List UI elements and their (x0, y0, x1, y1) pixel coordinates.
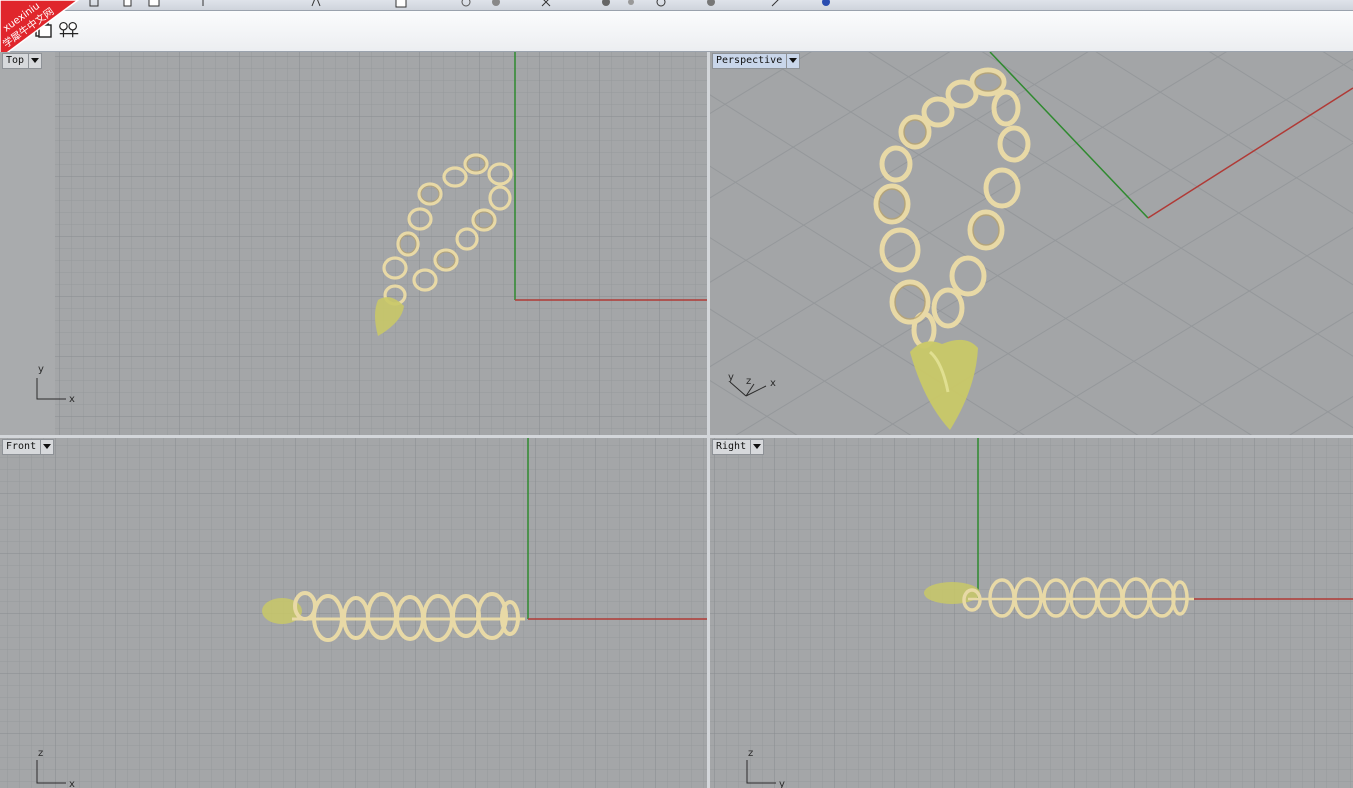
secondary-toolbar (0, 11, 1353, 52)
viewport-right-scene (710, 438, 1353, 788)
pendant-right (924, 582, 980, 604)
axis-label-b: y (779, 779, 785, 788)
toolbar-icon[interactable] (655, 0, 667, 8)
axis-label-a: y (38, 364, 44, 375)
viewport-front[interactable]: z x Front (0, 438, 707, 788)
viewport-front-scene (0, 438, 707, 788)
viewport-menu-button[interactable] (40, 440, 53, 454)
axis-label-b: x (69, 779, 75, 788)
viewport-title-label: Right (716, 441, 747, 452)
axis-label-a: y (728, 372, 734, 383)
viewport-title-top[interactable]: Top (2, 53, 43, 69)
viewport-menu-button[interactable] (28, 54, 41, 68)
toolbar-icon[interactable] (600, 0, 612, 8)
chevron-down-icon (31, 58, 40, 63)
viewport-splitter-horizontal[interactable] (0, 435, 1353, 438)
axis-icon-perspective: y z x (728, 372, 776, 389)
viewport-menu-button[interactable] (786, 54, 799, 68)
toolbar-icon[interactable] (705, 0, 717, 8)
viewport-perspective-scene (710, 52, 1353, 435)
viewport-top-scene (0, 52, 707, 435)
watermark-logo: xuexiniu 学犀牛中文网 (0, 0, 80, 59)
toolbar-icon[interactable] (770, 0, 782, 8)
axis-label-c: x (770, 378, 776, 389)
viewport-title-perspective[interactable]: Perspective (712, 53, 801, 69)
viewport-menu-button[interactable] (750, 440, 763, 454)
axis-icon-top: y x (38, 364, 75, 405)
toolbar-icon[interactable] (460, 0, 472, 8)
toolbar-icon[interactable] (625, 0, 637, 8)
viewport-title-front[interactable]: Front (2, 439, 55, 455)
axis-label-a: z (748, 748, 753, 759)
viewport-title-right[interactable]: Right (712, 439, 765, 455)
chevron-down-icon (789, 58, 798, 63)
viewport-right[interactable]: z y Right (710, 438, 1353, 788)
axis-label-a: z (38, 748, 43, 759)
toolbar-icon[interactable] (540, 0, 552, 8)
axis-label-b: x (69, 394, 75, 405)
toolbar-icon[interactable] (122, 0, 134, 8)
chevron-down-icon (43, 444, 52, 449)
chevron-down-icon (753, 444, 762, 449)
viewport-top[interactable]: y x Top (0, 52, 707, 435)
toolbar-icon[interactable] (820, 0, 832, 8)
toolbar-icon[interactable] (395, 0, 407, 8)
axis-icon-front: z x (38, 748, 75, 788)
toolbar-icon[interactable] (310, 0, 322, 8)
viewport-splitter-vertical[interactable] (707, 52, 710, 788)
axis-icon-right: z y (748, 748, 785, 788)
viewport-title-label: Top (6, 55, 25, 66)
viewport-title-label: Perspective (716, 55, 783, 66)
main-toolbar (0, 0, 1353, 11)
viewport-title-label: Front (6, 441, 37, 452)
viewport-perspective[interactable]: y z x Perspective (710, 52, 1353, 435)
axis-label-b: z (746, 376, 751, 387)
toolbar-icon[interactable] (148, 0, 160, 8)
toolbar-icon[interactable] (490, 0, 502, 8)
toolbar-icon[interactable] (200, 0, 212, 8)
